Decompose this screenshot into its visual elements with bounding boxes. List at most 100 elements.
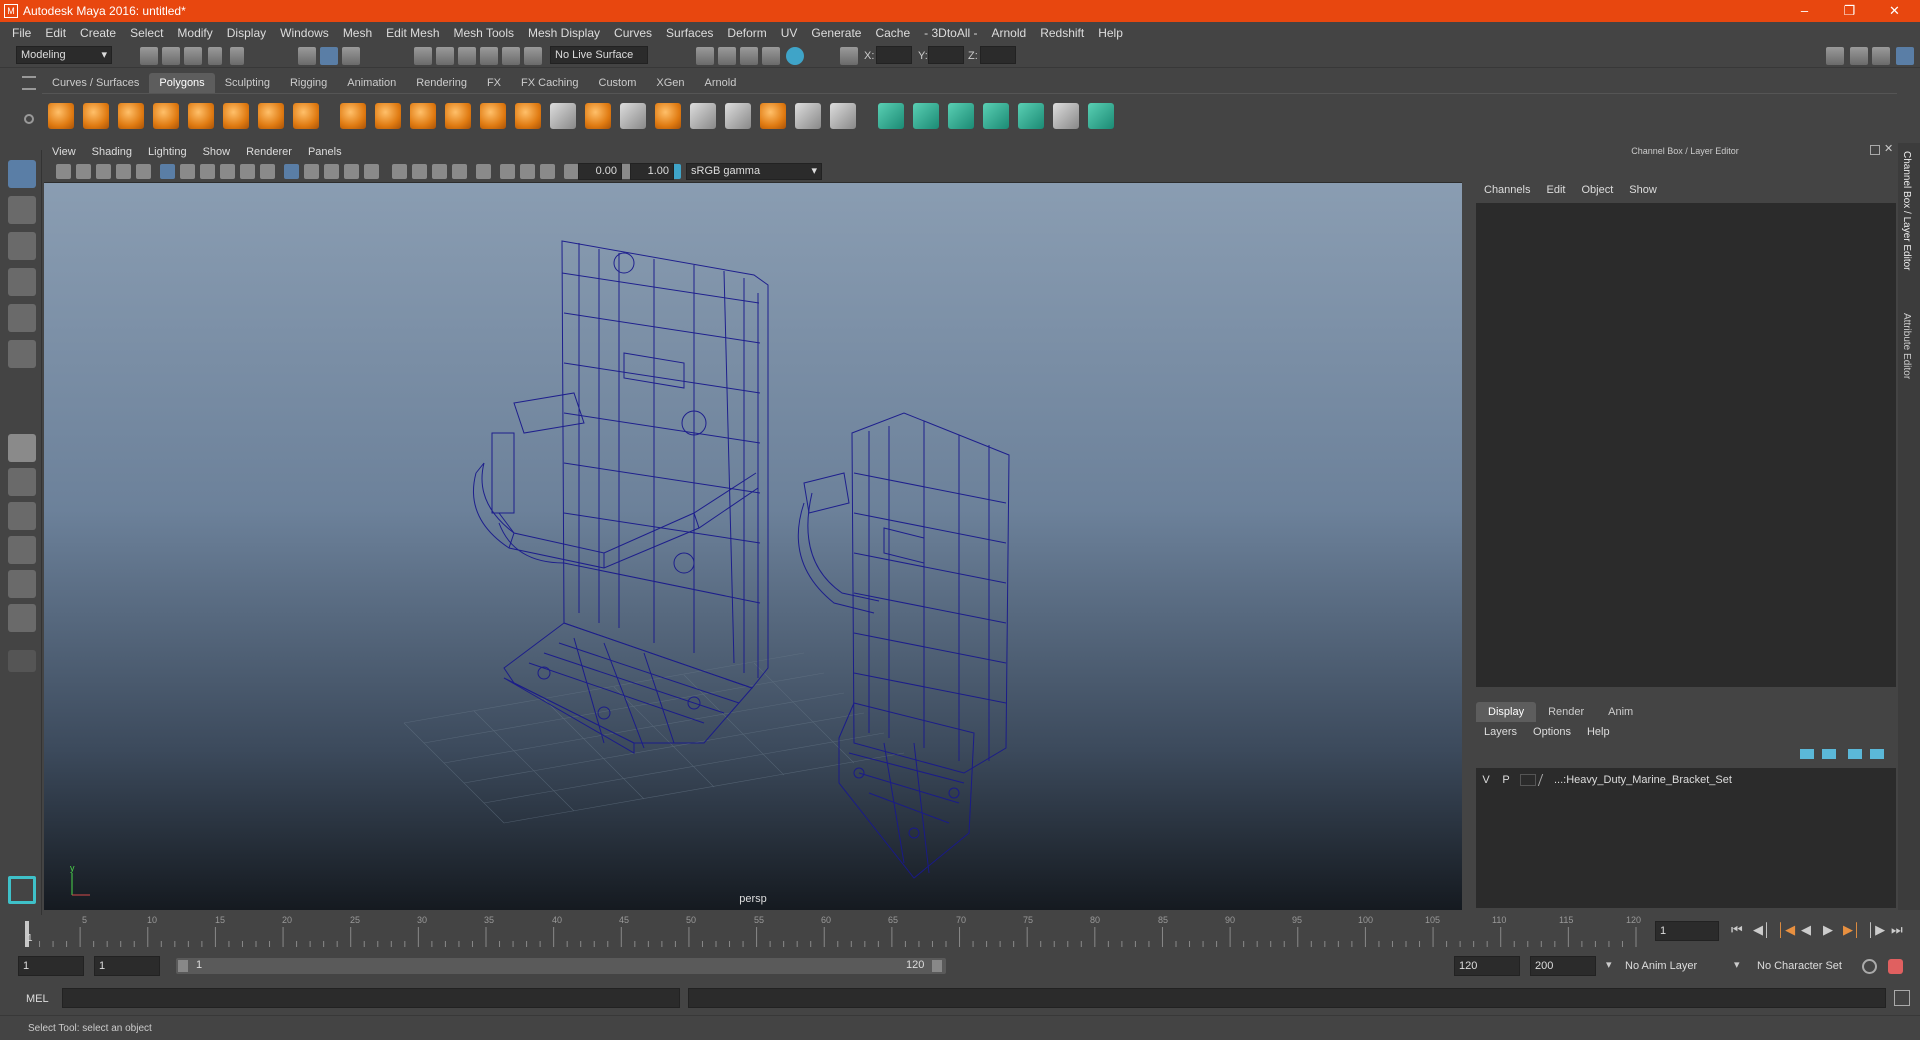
channel-box-menu-object[interactable]: Object [1573,184,1621,196]
shelf-tab-xgen[interactable]: XGen [646,73,694,93]
image-plane-icon[interactable] [116,164,131,179]
multi-cut-icon[interactable] [550,103,576,129]
menu-cache[interactable]: Cache [868,26,917,40]
uv-editor-icon[interactable] [1018,103,1044,129]
range-start-handle[interactable] [178,960,188,972]
offset-edge-icon[interactable] [725,103,751,129]
poly-cylinder-icon[interactable] [118,103,144,129]
four-view-layout-icon[interactable] [8,468,36,496]
command-input[interactable] [62,988,680,1008]
bevel-icon[interactable] [480,103,506,129]
float-panel-icon[interactable] [1870,145,1880,155]
persp-hypershade-layout-icon[interactable] [8,570,36,598]
camera-select-icon[interactable] [56,164,71,179]
fill-hole-icon[interactable] [655,103,681,129]
channel-box-menu-edit[interactable]: Edit [1538,184,1573,196]
open-scene-icon[interactable] [162,47,180,65]
menu-modify[interactable]: Modify [170,26,219,40]
attribute-editor-toggle-icon[interactable] [1850,47,1868,65]
move-layer-up-icon[interactable] [1800,749,1814,759]
smooth-shade-icon[interactable] [304,164,319,179]
auto-key-icon[interactable] [1862,959,1877,974]
mirror-icon[interactable] [760,103,786,129]
viewport-menu-view[interactable]: View [44,146,84,158]
shelf-tab-fx-caching[interactable]: FX Caching [511,73,588,93]
animation-preferences-icon[interactable] [1888,959,1903,974]
menu-arnold[interactable]: Arnold [985,26,1034,40]
shelf-tab-curves-surfaces[interactable]: Curves / Surfaces [42,73,149,93]
range-slider[interactable]: 1 120 [176,958,946,974]
exposure-icon[interactable] [564,164,579,179]
layer-tab-display[interactable]: Display [1476,702,1537,722]
new-empty-layer-icon[interactable] [1848,749,1862,759]
poly-pipe-icon[interactable] [293,103,319,129]
layout-options-icon[interactable] [8,650,36,672]
menu-generate[interactable]: Generate [804,26,868,40]
colorspace-dropdown[interactable]: sRGB gamma ▾ [686,163,822,180]
anti-aliasing-icon[interactable] [452,164,467,179]
shelf-tab-custom[interactable]: Custom [589,73,647,93]
poly-cube-icon[interactable] [83,103,109,129]
render-settings-icon[interactable] [762,47,780,65]
go-to-start-icon[interactable]: ⏮ [1731,922,1743,938]
motion-blur-icon[interactable] [432,164,447,179]
edge-loop-icon[interactable] [690,103,716,129]
move-tool-icon[interactable] [8,268,36,296]
close-panel-icon[interactable]: ✕ [1884,142,1893,155]
start-time-field[interactable]: 1 [18,956,84,976]
shelf-tab-sculpting[interactable]: Sculpting [215,73,280,93]
x-coordinate-field[interactable] [876,46,912,64]
viewport-menu-lighting[interactable]: Lighting [140,146,195,158]
viewport-menu-panels[interactable]: Panels [300,146,350,158]
transform-mode-icon[interactable] [840,47,858,65]
xray-icon[interactable] [500,164,515,179]
step-back-frame-icon[interactable]: ◀│ [1753,922,1771,938]
smooth-icon[interactable] [445,103,471,129]
menu-surfaces[interactable]: Surfaces [659,26,720,40]
bridge-icon[interactable] [515,103,541,129]
play-forwards-icon[interactable]: ▶ [1823,922,1833,938]
xray-components-icon[interactable] [540,164,555,179]
render-view-icon[interactable] [696,47,714,65]
move-layer-down-icon[interactable] [1822,749,1836,759]
character-set-dropdown[interactable]: No Character Set [1752,956,1868,976]
layer-visibility-toggle[interactable]: V [1476,774,1496,786]
menu-mesh-tools[interactable]: Mesh Tools [447,26,521,40]
layer-menu-help[interactable]: Help [1579,726,1618,738]
shelf-tab-animation[interactable]: Animation [337,73,406,93]
snap-surface-icon[interactable] [524,47,542,65]
checker-map-icon[interactable] [1053,103,1079,129]
shelf-tab-rigging[interactable]: Rigging [280,73,337,93]
z-coordinate-field[interactable] [980,46,1016,64]
spherical-uv-icon[interactable] [948,103,974,129]
poly-torus-icon[interactable] [223,103,249,129]
layer-menu-options[interactable]: Options [1525,726,1579,738]
separate-icon[interactable] [375,103,401,129]
redo-icon[interactable] [230,47,244,65]
undo-icon[interactable] [208,47,222,65]
textured-icon[interactable] [344,164,359,179]
play-backwards-icon[interactable]: ◀ [1801,922,1811,938]
menu-3dtoall[interactable]: - 3DtoAll - [917,26,984,40]
select-by-hierarchy-icon[interactable] [298,47,316,65]
shelf-tab-arnold[interactable]: Arnold [695,73,747,93]
menu-deform[interactable]: Deform [720,26,773,40]
menu-mesh-display[interactable]: Mesh Display [521,26,607,40]
minimize-button[interactable]: – [1782,0,1827,22]
grid-toggle-icon[interactable] [160,164,175,179]
automatic-uv-icon[interactable] [983,103,1009,129]
viewport-menu-shading[interactable]: Shading [84,146,140,158]
playback-start-field[interactable]: 1 [94,956,160,976]
select-by-component-icon[interactable] [342,47,360,65]
current-frame-field[interactable]: 1 [1655,921,1719,941]
time-slider[interactable]: 1 5 10 15 20 25 30 35 40 45 50 55 60 65 … [22,915,1652,947]
y-coordinate-field[interactable] [928,46,964,64]
menu-help[interactable]: Help [1091,26,1130,40]
menu-uv[interactable]: UV [774,26,805,40]
restore-button[interactable]: ❐ [1827,0,1872,22]
layer-row[interactable]: V P ...:Heavy_Duty_Marine_Bracket_Set [1476,771,1896,789]
select-tool-icon[interactable] [8,160,36,188]
viewport-menu-show[interactable]: Show [195,146,239,158]
modeling-toolkit-icon[interactable] [1826,47,1844,65]
poly-cone-icon[interactable] [153,103,179,129]
